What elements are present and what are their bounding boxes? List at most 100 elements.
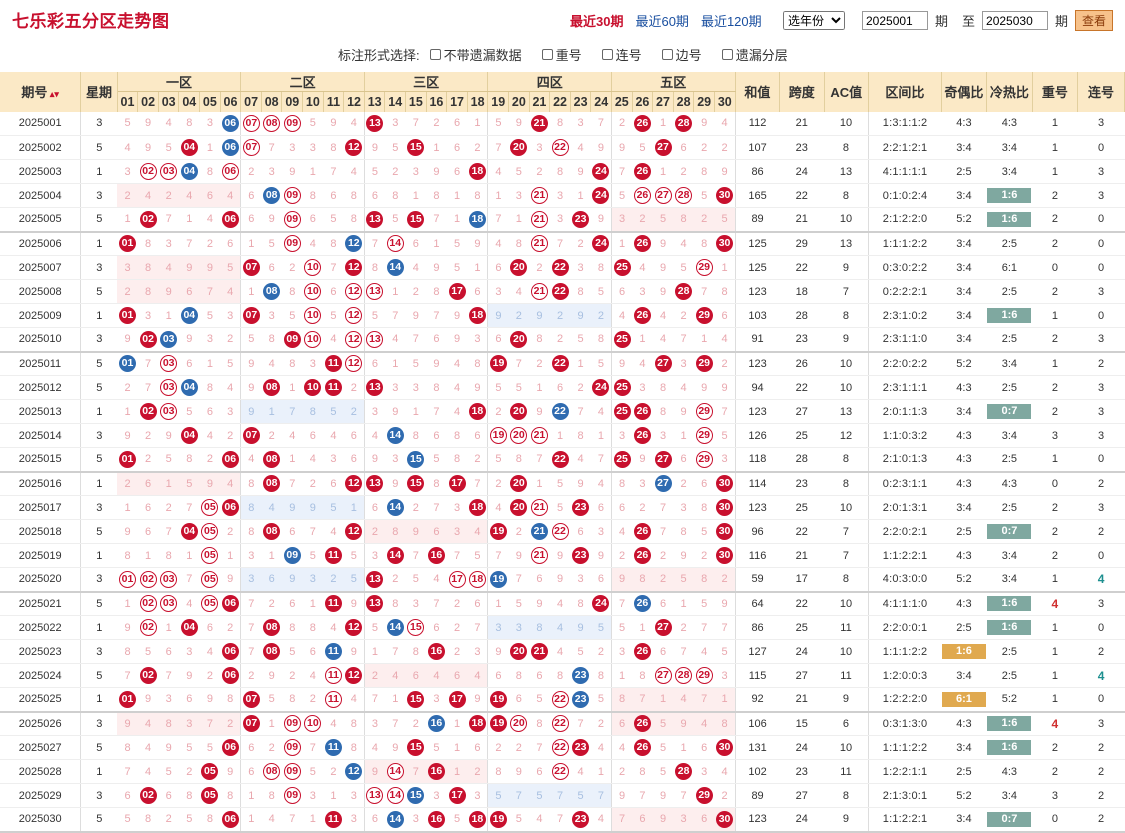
year-select[interactable]: 选年份 [783,11,845,30]
red-ball: 18 [468,163,486,180]
option-edge[interactable]: 边号 [652,45,702,64]
omission-value: 5 [350,549,357,562]
omission-value: 2 [597,717,605,730]
number-cell-15: 3 [405,591,427,616]
checkbox-icon[interactable] [541,48,553,60]
omission-value: 3 [350,789,357,802]
option-consecutive[interactable]: 连号 [592,45,642,64]
number-cell-18: 5 [467,543,489,568]
recent-60-link[interactable]: 最近60期 [635,11,688,30]
number-cell-06: 4 [220,471,242,496]
omission-value: 5 [433,741,440,754]
number-cell-05: 3 [199,327,221,353]
omission-value: 1 [721,261,728,274]
recent-30-link[interactable]: 最近30期 [570,11,623,30]
omission-value: 9 [371,453,378,466]
option-no-omission[interactable]: 不带遗漏数据 [420,45,522,64]
omission-value: 5 [495,117,502,130]
consecutive-count: 0 [1097,693,1105,706]
repeat-ball: 21 [530,210,548,228]
red-ball: 19 [489,690,507,708]
number-cell-11: 11 [323,351,344,376]
consecutive-count: 3 [1097,381,1105,394]
repeat-ball: 13 [366,283,384,300]
number-cell-07: 2 [240,663,262,688]
omission-value: 7 [165,213,172,226]
consecutive-count: 2 [1097,477,1105,490]
number-cell-04: 5 [178,471,200,496]
repeat-ball: 29 [695,450,713,468]
omission-value: 9 [268,213,275,226]
issue-cell: 2025008 [0,279,81,304]
blue-ball: 04 [180,307,198,324]
odd-even-cell: 4:3 [941,111,987,136]
number-cell-16: 3 [426,783,447,808]
checkbox-icon[interactable] [601,48,613,60]
omission-value: 7 [556,789,564,802]
omission-value: 5 [124,813,131,826]
repeat-ball: 08 [263,763,281,780]
odd-even-cell: 4:3 [941,711,987,736]
omission-value: 6 [227,237,234,250]
repeat-ball: 26 [633,187,651,204]
number-cell-03: 03 [158,159,179,184]
number-cell-09: 09 [281,183,303,208]
recent-120-link[interactable]: 最近120期 [701,11,762,30]
ac-cell: 8 [824,471,869,496]
repeat-ball: 22 [551,739,569,756]
checkbox-icon[interactable] [661,48,673,60]
number-cell-20: 9 [508,543,530,568]
number-cell-11: 11 [323,687,344,713]
omission-value: 5 [597,285,605,298]
omission-value: 4 [721,333,728,346]
omission-value: 3 [536,141,543,154]
from-issue-input[interactable] [862,11,928,30]
number-cell-15: 1 [405,399,427,424]
repeat-cell: 2 [1032,735,1078,760]
number-cell-30: 4 [714,759,736,784]
hot-cold-cell: 3:4 [986,783,1033,808]
repeat-ball: 05 [201,570,219,588]
number-cell-12: 4 [343,111,365,136]
red-ball: 16 [427,643,445,660]
number-header-08: 08 [261,91,283,112]
number-cell-09: 7 [281,807,303,833]
omission-value: 8 [515,237,522,250]
omission-value: 2 [701,549,708,562]
repeat-ball: 21 [530,283,548,300]
table-row: 2025010 3 9 02 03 9 3 2 5 8 09 10 4 12 13 4 7 6 9 3 6 20 8 2 5 8 2… [0,327,1125,353]
repeat-ball: 03 [160,163,178,180]
number-cell-01: 6 [117,783,138,808]
sort-icon[interactable]: ▴▾ [47,89,59,99]
number-cell-13: 9 [364,447,385,473]
span-cell: 24 [779,159,824,184]
omission-value: 1 [412,405,419,418]
hot-cold-tag: 1:6 [987,308,1032,323]
sum-cell: 125 [734,255,780,280]
checkbox-icon[interactable] [721,48,733,60]
number-cell-26: 26 [632,711,653,736]
omission-value: 5 [433,453,440,466]
option-repeat[interactable]: 重号 [532,45,582,64]
omission-value: 1 [453,189,461,202]
omission-value: 2 [227,429,234,442]
number-cell-22: 3 [549,207,571,233]
number-cell-24: 5 [590,687,613,713]
repeat-count: 1 [1051,573,1058,586]
omission-value: 5 [659,765,667,778]
repeat-ball: 21 [530,187,548,204]
number-cell-17: 9 [446,303,468,328]
table-row: 2025017 3 1 6 2 7 05 06 8 4 9 9 5 1 6 14 2 7 3 18 4 20 21 5 23 6 6… [0,495,1125,520]
red-ball: 09 [283,330,301,348]
omission-value: 1 [248,813,255,826]
number-cell-07: 6 [240,735,262,760]
number-cell-22: 5 [549,495,571,520]
number-cell-14: 3 [384,375,406,400]
checkbox-icon[interactable] [429,48,441,60]
query-button[interactable]: 查看 [1075,10,1114,31]
issue-header[interactable]: 期号 ▴▾ [0,72,82,112]
option-omission-layer[interactable]: 遗漏分层 [712,45,788,64]
to-issue-input[interactable] [982,11,1049,30]
number-cell-05: 8 [199,375,221,400]
number-cell-23: 23 [570,735,591,760]
